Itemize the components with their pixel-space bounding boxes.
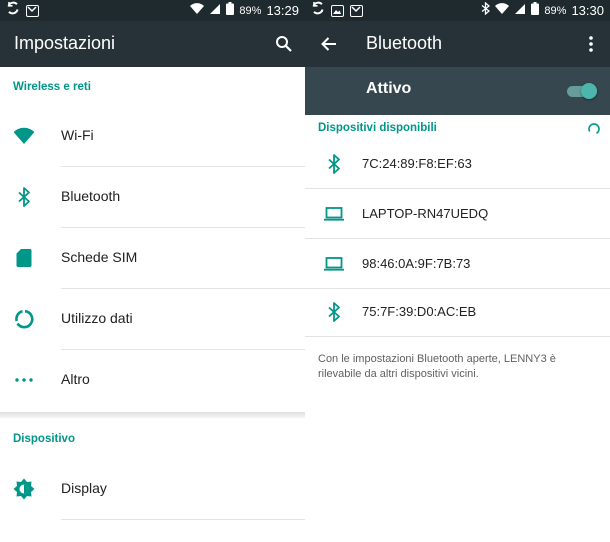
sync-icon [6,1,20,20]
device-name: LAPTOP-RN47UEDQ [362,206,489,221]
page-title: Impostazioni [14,33,116,53]
clock: 13:30 [571,3,604,18]
battery-percent: 89% [544,4,567,17]
divider [61,519,305,520]
settings-item-wifi[interactable]: Wi-Fi [0,106,305,167]
section-header-device: Dispositivo [13,433,75,445]
settings-item-bluetooth[interactable]: Bluetooth [0,167,305,228]
section-header-wireless: Wireless e reti [13,81,91,93]
settings-item-label: Utilizzo dati [61,310,133,326]
master-toggle-label: Attivo [366,80,412,97]
gmail-icon [26,4,39,17]
overflow-menu-icon[interactable] [579,32,603,56]
bluetooth-icon [13,186,35,208]
device-item[interactable]: 7C:24:89:F8:EF:63 [305,139,610,189]
device-name: 75:7F:39:D0:AC:EB [362,304,477,319]
settings-item-label: Wi-Fi [61,127,94,143]
settings-item-label: Altro [61,371,90,387]
laptop-icon [323,203,345,225]
divider [305,336,610,337]
data-usage-icon [13,308,35,330]
settings-item-more[interactable]: Altro [0,350,305,411]
wifi-signal-icon [495,2,510,20]
sync-icon [311,1,325,20]
device-name: 7C:24:89:F8:EF:63 [362,156,472,171]
device-item[interactable]: LAPTOP-RN47UEDQ [305,189,610,239]
battery-icon [226,1,235,20]
image-notification-icon [331,4,344,17]
settings-item-display[interactable]: Display [0,459,305,520]
sim-card-icon [13,247,35,269]
section-divider [0,412,305,418]
section-header-available-devices: Dispositivi disponibili [318,122,437,134]
clock: 13:29 [266,3,299,18]
device-item[interactable]: 75:7F:39:D0:AC:EB [305,287,610,337]
back-arrow-icon[interactable] [317,32,341,56]
app-bar: Impostazioni [0,21,305,67]
wifi-signal-icon [190,2,205,20]
wifi-icon [13,125,35,147]
settings-item-data-usage[interactable]: Utilizzo dati [0,289,305,350]
settings-item-label: Display [61,480,107,496]
settings-item-sim-cards[interactable]: Schede SIM [0,228,305,289]
device-item[interactable]: 98:46:0A:9F:7B:73 [305,239,610,289]
laptop-icon [323,253,345,275]
settings-item-label: Bluetooth [61,188,121,204]
bluetooth-icon [323,153,345,175]
settings-screen: 89% 13:29 Impostazioni Wireless e reti W… [0,0,305,542]
search-icon[interactable] [272,32,296,56]
brightness-icon [13,478,35,500]
device-name: 98:46:0A:9F:7B:73 [362,256,471,271]
bluetooth-screen: 89% 13:30 Bluetooth Attivo Dispositivi d… [305,0,610,542]
switch-thumb [581,83,597,99]
bluetooth-master-toggle-row[interactable]: Attivo [305,67,610,115]
status-bar: 89% 13:30 [305,0,610,21]
page-title: Bluetooth [366,33,443,53]
battery-percent: 89% [239,4,262,17]
cell-signal-icon [209,2,221,20]
more-icon [13,369,35,391]
visibility-note: Con le impostazioni Bluetooth aperte, LE… [318,353,556,380]
app-bar: Bluetooth [305,21,610,67]
bluetooth-switch[interactable] [567,83,597,99]
battery-icon [531,1,540,20]
cell-signal-icon [514,2,526,20]
bluetooth-icon [323,301,345,323]
gmail-icon [350,4,363,17]
status-bar: 89% 13:29 [0,0,305,21]
settings-item-label: Schede SIM [61,249,138,265]
bluetooth-status-icon [481,1,491,20]
